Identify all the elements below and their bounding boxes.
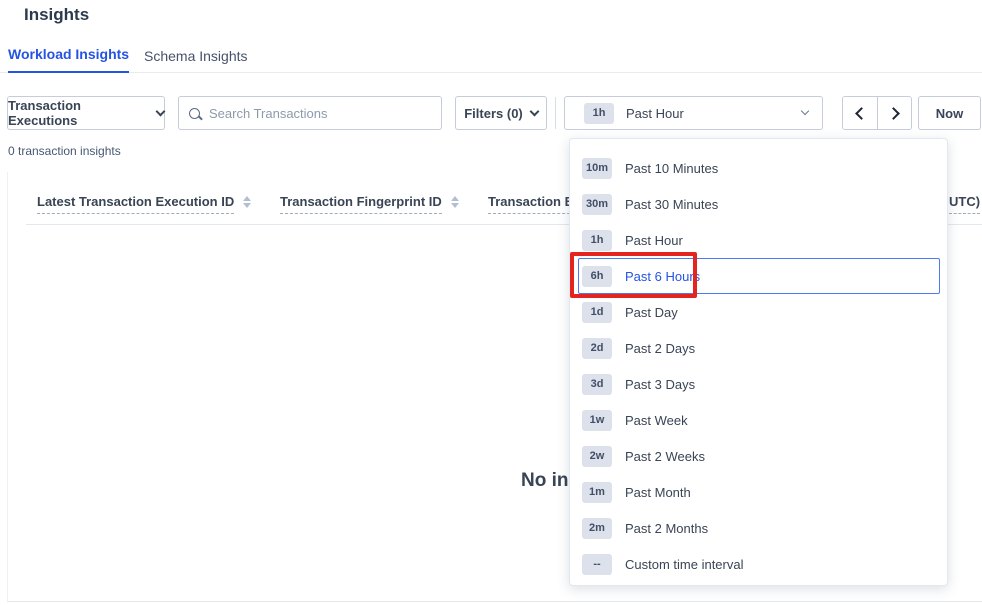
view-type-label: Transaction Executions [8, 98, 149, 128]
time-option-label: Past 2 Days [625, 341, 695, 356]
time-option-2m[interactable]: 2m Past 2 Months [578, 510, 940, 546]
column-header-latest-transaction-execution-id[interactable]: Latest Transaction Execution ID [37, 194, 234, 214]
column-header-transaction-fingerprint-id[interactable]: Transaction Fingerprint ID [280, 194, 442, 214]
table-bottom-border [7, 601, 982, 602]
time-option-custom[interactable]: -- Custom time interval [578, 546, 940, 582]
now-button[interactable]: Now [918, 96, 981, 130]
time-option-1w[interactable]: 1w Past Week [578, 402, 940, 438]
time-option-label: Past 10 Minutes [625, 161, 718, 176]
view-type-selector[interactable]: Transaction Executions [7, 96, 165, 130]
time-option-badge: 1w [582, 410, 612, 431]
time-option-badge: 10m [582, 158, 612, 179]
time-interval-picker[interactable]: 1h Past Hour [564, 96, 823, 130]
chevron-down-icon [801, 107, 809, 115]
insights-page: Insights Workload Insights Schema Insigh… [0, 0, 982, 605]
time-option-label: Past 2 Weeks [625, 449, 705, 464]
time-option-badge: 1d [582, 302, 612, 323]
time-option-2w[interactable]: 2w Past 2 Weeks [578, 438, 940, 474]
column-header-transaction-execution[interactable]: Transaction Ex [488, 194, 580, 214]
time-option-badge: 2m [582, 518, 612, 539]
tab-schema-insights[interactable]: Schema Insights [144, 48, 248, 73]
next-interval-button[interactable] [877, 97, 911, 129]
column-header-utc[interactable]: UTC) [949, 194, 980, 214]
tab-bar: Workload Insights Schema Insights [0, 45, 982, 73]
time-option-badge: 1m [582, 482, 612, 503]
filters-label: Filters (0) [464, 106, 523, 121]
time-option-1h[interactable]: 1h Past Hour [578, 222, 940, 258]
time-interval-badge: 1h [584, 103, 614, 124]
time-option-1m[interactable]: 1m Past Month [578, 474, 940, 510]
prev-interval-button[interactable] [843, 97, 877, 129]
time-interval-label: Past Hour [626, 106, 684, 121]
time-option-badge: 2w [582, 446, 612, 467]
table-left-border [7, 172, 8, 602]
tab-workload-insights[interactable]: Workload Insights [8, 46, 129, 73]
time-option-label: Past 30 Minutes [625, 197, 718, 212]
chevron-right-icon [887, 107, 900, 120]
time-option-label: Past Hour [625, 233, 683, 248]
time-nav-arrows [842, 96, 912, 130]
time-option-10m[interactable]: 10m Past 10 Minutes [578, 150, 940, 186]
time-option-label: Custom time interval [625, 557, 743, 572]
filters-button[interactable]: Filters (0) [455, 96, 547, 130]
insights-count: 0 transaction insights [8, 144, 121, 158]
search-input[interactable] [209, 106, 431, 121]
chevron-left-icon [855, 107, 868, 120]
time-interval-dropdown: 10m Past 10 Minutes 30m Past 30 Minutes … [569, 138, 948, 586]
time-option-30m[interactable]: 30m Past 30 Minutes [578, 186, 940, 222]
chevron-down-icon [529, 106, 539, 116]
time-option-label: Past Day [625, 305, 678, 320]
time-option-badge: 3d [582, 374, 612, 395]
time-option-label: Past 2 Months [625, 521, 708, 536]
time-option-3d[interactable]: 3d Past 3 Days [578, 366, 940, 402]
time-option-badge: 2d [582, 338, 612, 359]
time-option-badge: -- [582, 554, 612, 575]
time-option-badge: 1h [582, 230, 612, 251]
time-option-label: Past Week [625, 413, 688, 428]
toolbar-divider [555, 97, 556, 129]
time-option-label: Past 3 Days [625, 377, 695, 392]
time-option-badge: 30m [582, 194, 612, 215]
time-option-2d[interactable]: 2d Past 2 Days [578, 330, 940, 366]
sort-icon [243, 196, 251, 208]
page-title: Insights [24, 5, 89, 25]
search-box[interactable] [178, 96, 442, 130]
time-option-label: Past Month [625, 485, 691, 500]
chevron-down-icon [156, 106, 166, 116]
time-option-6h[interactable]: 6h Past 6 Hours [578, 258, 940, 294]
time-option-badge: 6h [582, 266, 612, 287]
time-option-1d[interactable]: 1d Past Day [578, 294, 940, 330]
time-option-label: Past 6 Hours [625, 269, 700, 284]
search-icon [189, 108, 200, 119]
sort-icon [451, 196, 459, 208]
